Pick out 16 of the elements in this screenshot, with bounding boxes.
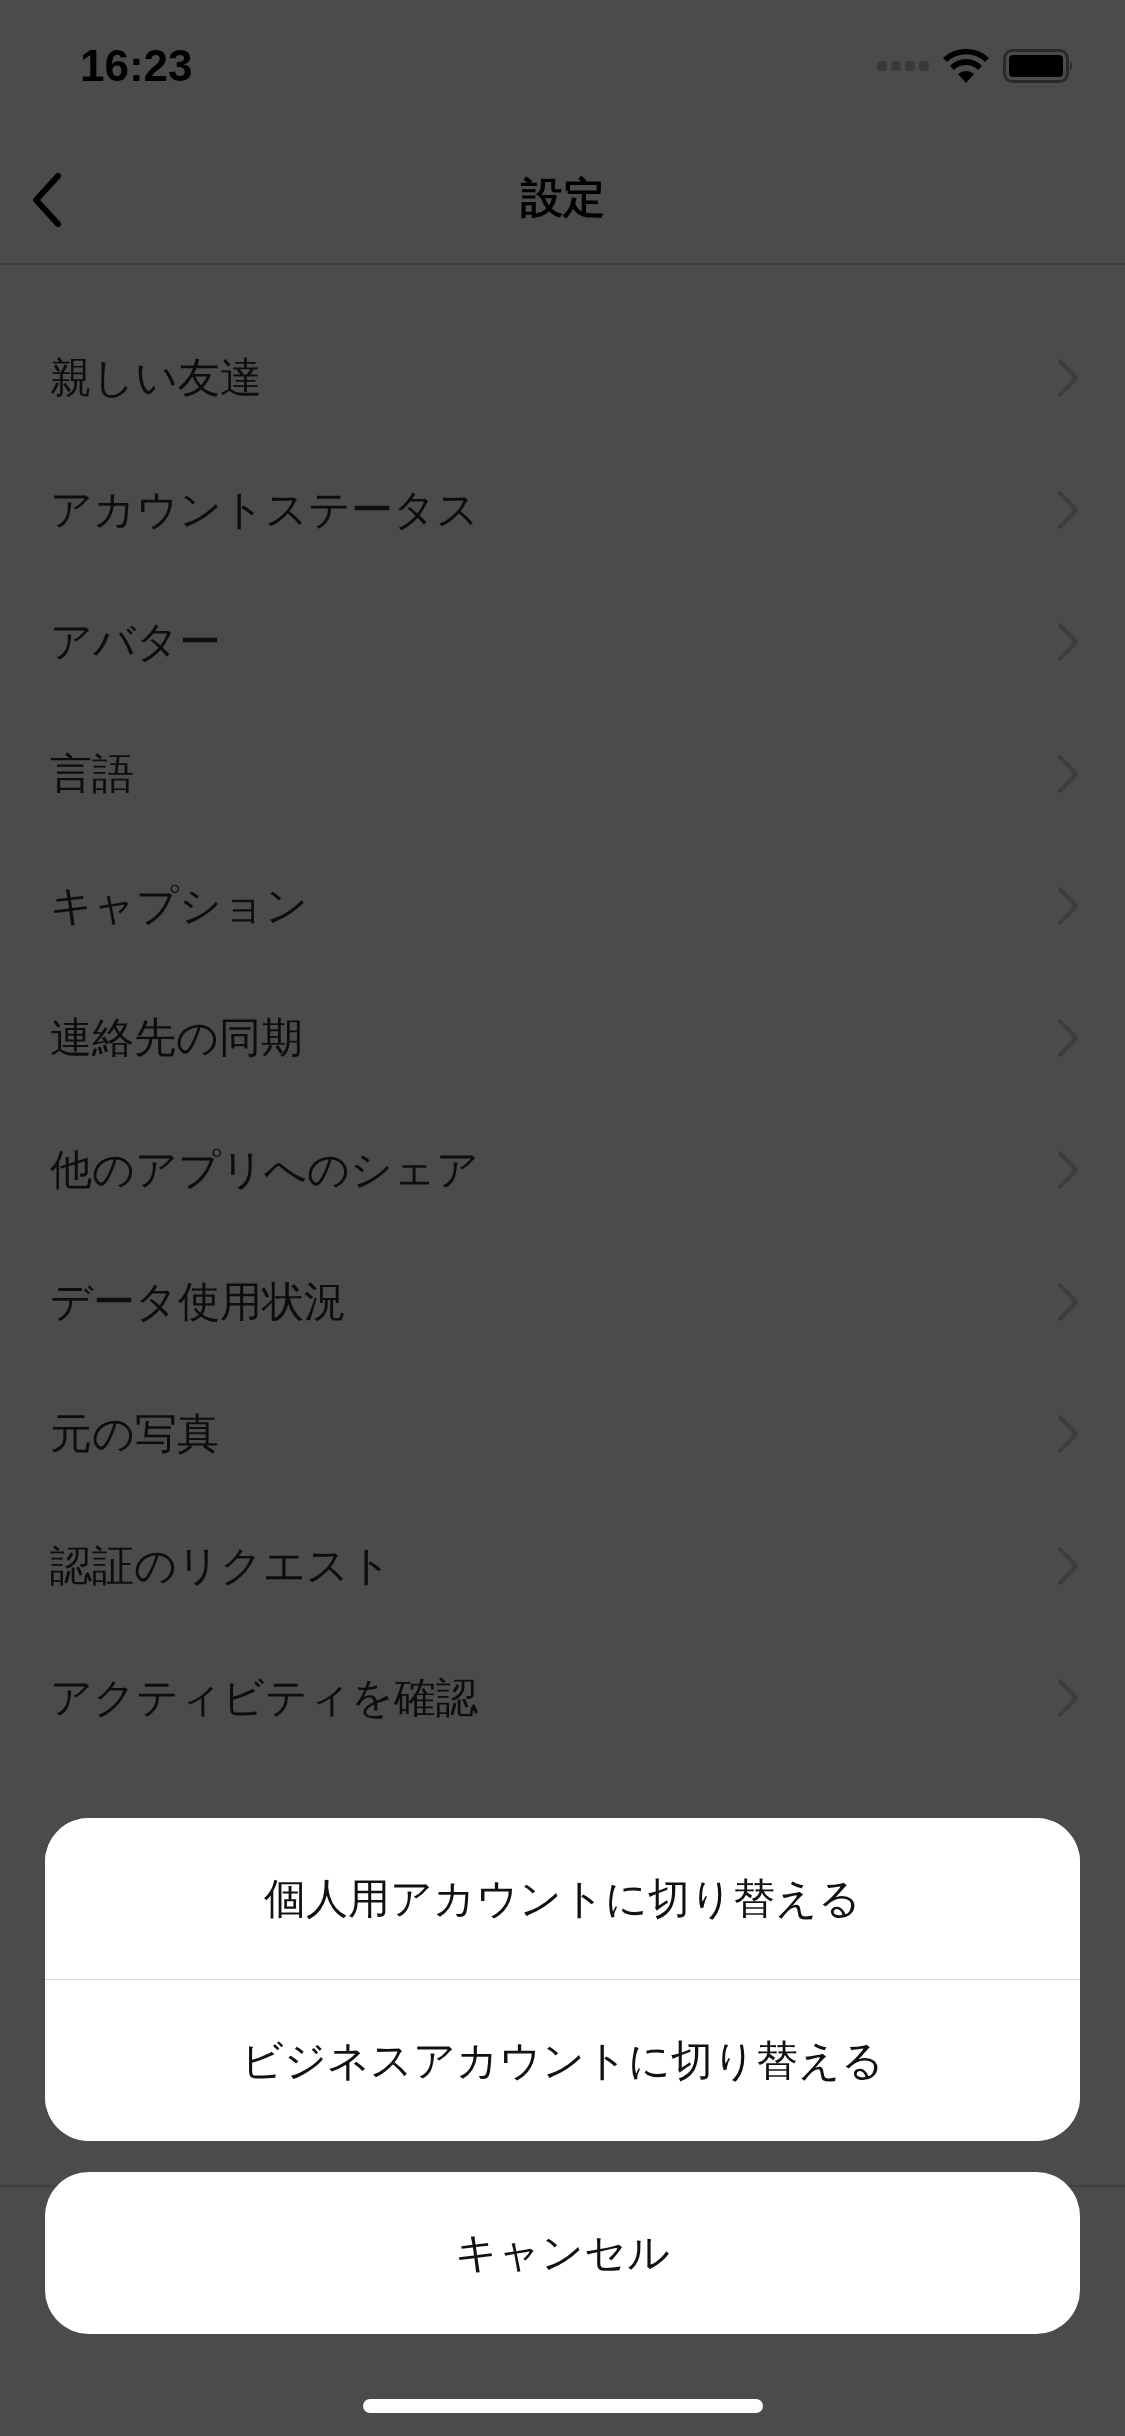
settings-row[interactable]: 連絡先の同期 [0,972,1125,1104]
wifi-icon [943,49,989,83]
status-time: 16:23 [80,41,193,91]
settings-row[interactable]: データ使用状況 [0,1236,1125,1368]
settings-row[interactable]: アクティビティを確認 [0,1632,1125,1764]
settings-row[interactable]: 言語 [0,708,1125,840]
cancel-button[interactable]: キャンセル [45,2172,1080,2334]
settings-row[interactable]: 認証のリクエスト [0,1500,1125,1632]
settings-row[interactable]: キャプション [0,840,1125,972]
nav-title: 設定 [520,171,605,224]
settings-row[interactable]: 親しい友達 [0,312,1125,444]
settings-row[interactable]: アバター [0,576,1125,708]
settings-row[interactable]: 元の写真 [0,1368,1125,1500]
settings-row[interactable]: 他のアプリへのシェア [0,1104,1125,1236]
battery-icon [1003,49,1075,83]
settings-row[interactable]: アカウントステータス [0,444,1125,576]
